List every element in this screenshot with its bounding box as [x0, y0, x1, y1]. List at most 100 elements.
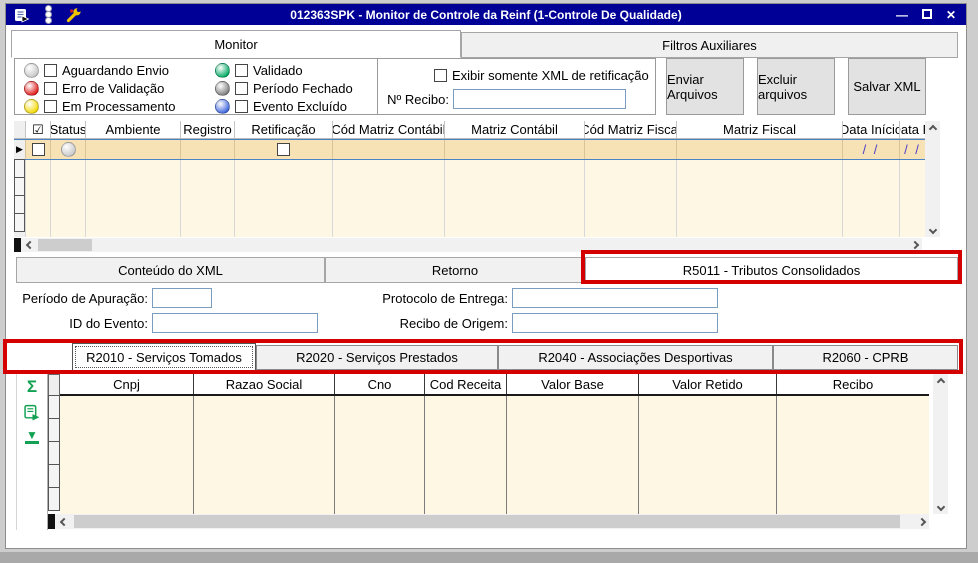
legend-label: Período Fechado — [253, 80, 353, 96]
detail-grid-vscrollbar[interactable] — [933, 374, 948, 514]
window-bottom-shadow — [0, 552, 978, 563]
column-header-valor-base: Valor Base — [507, 374, 639, 394]
select-all-checkbox-icon[interactable]: ☑ — [26, 121, 51, 138]
tab-monitor[interactable]: Monitor — [11, 30, 461, 58]
tab-r2010-servicos-tomados[interactable]: R2010 - Serviços Tomados — [72, 343, 256, 371]
cell-cod-matriz-contabil[interactable] — [333, 140, 445, 159]
sum-button[interactable]: Σ — [23, 377, 41, 396]
scroll-left-button[interactable] — [22, 238, 37, 252]
detail-grid-header: Cnpj Razao Social Cno Cod Receita Valor … — [60, 374, 929, 396]
cell-data-fim[interactable]: / / — [900, 140, 925, 159]
window-title: 012363SPK - Monitor de Controle da Reinf… — [290, 7, 682, 22]
excluir-label: Excluir arquivos — [758, 71, 808, 102]
minimize-button[interactable]: — — [896, 8, 908, 22]
exibir-retificacao-checkbox[interactable] — [434, 69, 447, 82]
recibo-origem-input[interactable] — [512, 313, 718, 333]
close-button[interactable]: ✕ — [946, 8, 956, 22]
legend-item-excluido: Evento Excluído — [215, 98, 353, 114]
row-select-checkbox[interactable] — [31, 143, 45, 156]
tab-r5011-tributos[interactable]: R5011 - Tributos Consolidados — [585, 257, 958, 283]
recibo-origem-label: Recibo de Origem: — [399, 316, 508, 331]
scrollbar-corner — [48, 514, 55, 529]
cell-registro[interactable] — [181, 140, 235, 159]
legend-checkbox-validado[interactable] — [235, 63, 248, 77]
scrollbar-corner — [14, 238, 21, 252]
monitor-grid-selected-row[interactable]: ▶ / / / / — [14, 139, 925, 160]
detail-grid-body — [60, 396, 929, 514]
legend-item-erro: Erro de Validação — [24, 80, 175, 96]
scroll-left-button[interactable] — [56, 514, 71, 529]
detail-grid-hscrollbar[interactable] — [48, 514, 929, 529]
column-header-data-fim: Data Fi — [900, 122, 925, 137]
column-header-registro: Registro — [181, 121, 235, 138]
salvar-label: Salvar XML — [853, 79, 921, 94]
excluir-arquivos-button[interactable]: Excluir arquivos — [757, 58, 835, 115]
column-header-matriz-contabil: Matriz Contábil — [445, 121, 585, 138]
legend-checkbox-fechado[interactable] — [235, 81, 248, 95]
column-header-recibo: Recibo — [832, 376, 874, 392]
num-recibo-input[interactable] — [453, 89, 626, 109]
salvar-xml-button[interactable]: Salvar XML — [848, 58, 926, 115]
scroll-right-button[interactable] — [907, 238, 922, 252]
tab-r5011-label: R5011 - Tributos Consolidados — [682, 262, 861, 278]
chevron-left-icon — [59, 517, 68, 526]
hscroll-thumb[interactable] — [74, 515, 900, 528]
tab-r2060-label: R2060 - CPRB — [822, 350, 909, 365]
tab-r2040-associacoes[interactable]: R2040 - Associações Desportivas — [498, 345, 773, 370]
tab-conteudo-xml[interactable]: Conteúdo do XML — [16, 257, 325, 283]
header-indicator-cell — [14, 121, 26, 138]
cell-ambiente[interactable] — [86, 140, 181, 159]
tab-r2020-servicos-prestados[interactable]: R2020 - Serviços Prestados — [256, 345, 498, 370]
scroll-up-button[interactable] — [933, 374, 948, 389]
periodo-apuracao-input[interactable] — [152, 288, 212, 308]
scroll-right-button[interactable] — [914, 514, 929, 529]
row-pointer-icon: ▶ — [16, 144, 23, 154]
chevron-up-icon — [936, 377, 945, 386]
tab-r2020-label: R2020 - Serviços Prestados — [296, 350, 458, 365]
status-ball-green-icon — [215, 62, 230, 78]
cell-matriz-contabil[interactable] — [445, 140, 585, 159]
row-indicator-cell — [14, 213, 25, 232]
cell-cod-matriz-fiscal[interactable] — [585, 140, 677, 159]
traffic-light-icon[interactable] — [42, 6, 54, 23]
row-indicator-column — [14, 159, 26, 237]
row-indicator-cell — [48, 464, 60, 488]
status-ball-yellow-icon — [24, 98, 39, 114]
scroll-down-button[interactable] — [925, 222, 940, 237]
status-ball-white-icon — [24, 62, 39, 78]
legend-checkbox-processamento[interactable] — [44, 99, 57, 113]
legend-checkbox-erro[interactable] — [44, 81, 57, 95]
legend-checkbox-aguardando[interactable] — [44, 63, 57, 77]
monitor-grid-vscrollbar[interactable] — [925, 121, 940, 237]
status-ball-blue-icon — [215, 98, 230, 114]
tab-retorno[interactable]: Retorno — [325, 257, 585, 283]
row-indicator-cell — [48, 487, 60, 511]
protocolo-entrega-input[interactable] — [512, 288, 718, 308]
report-icon[interactable] — [13, 6, 31, 24]
cell-retificacao-checkbox[interactable] — [277, 143, 290, 156]
legend-checkbox-excluido[interactable] — [235, 99, 248, 113]
id-evento-input[interactable] — [152, 313, 318, 333]
column-header-ambiente: Ambiente — [86, 121, 181, 138]
export-record-button[interactable] — [23, 403, 41, 421]
cell-matriz-fiscal[interactable] — [677, 140, 843, 159]
tab-filtros-auxiliares[interactable]: Filtros Auxiliares — [461, 32, 958, 58]
enviar-arquivos-button[interactable]: Enviar Arquivos — [666, 58, 744, 115]
goto-bottom-icon: ▼ — [25, 428, 39, 444]
scroll-up-button[interactable] — [925, 121, 940, 136]
tab-monitor-label: Monitor — [214, 36, 258, 52]
column-header-cod-matriz-contabil: Cód Matriz Contábil — [333, 121, 445, 138]
monitor-grid-hscrollbar[interactable] — [14, 238, 922, 252]
goto-bottom-button[interactable]: ▼ — [23, 428, 41, 446]
scroll-down-button[interactable] — [933, 499, 948, 514]
legend-item-fechado: Período Fechado — [215, 80, 353, 96]
tab-r2060-cprb[interactable]: R2060 - CPRB — [773, 345, 958, 370]
column-header-data-inicio: Data Início — [843, 121, 900, 138]
chevron-down-icon — [928, 225, 937, 234]
maximize-button[interactable] — [921, 8, 932, 22]
cell-data-inicio[interactable]: / / — [843, 140, 900, 159]
chevron-right-icon — [910, 240, 919, 250]
hscroll-thumb[interactable] — [38, 239, 92, 251]
wrench-icon[interactable] — [65, 6, 83, 24]
legend-panel: Aguardando Envio Erro de Validação Em Pr… — [14, 58, 656, 115]
